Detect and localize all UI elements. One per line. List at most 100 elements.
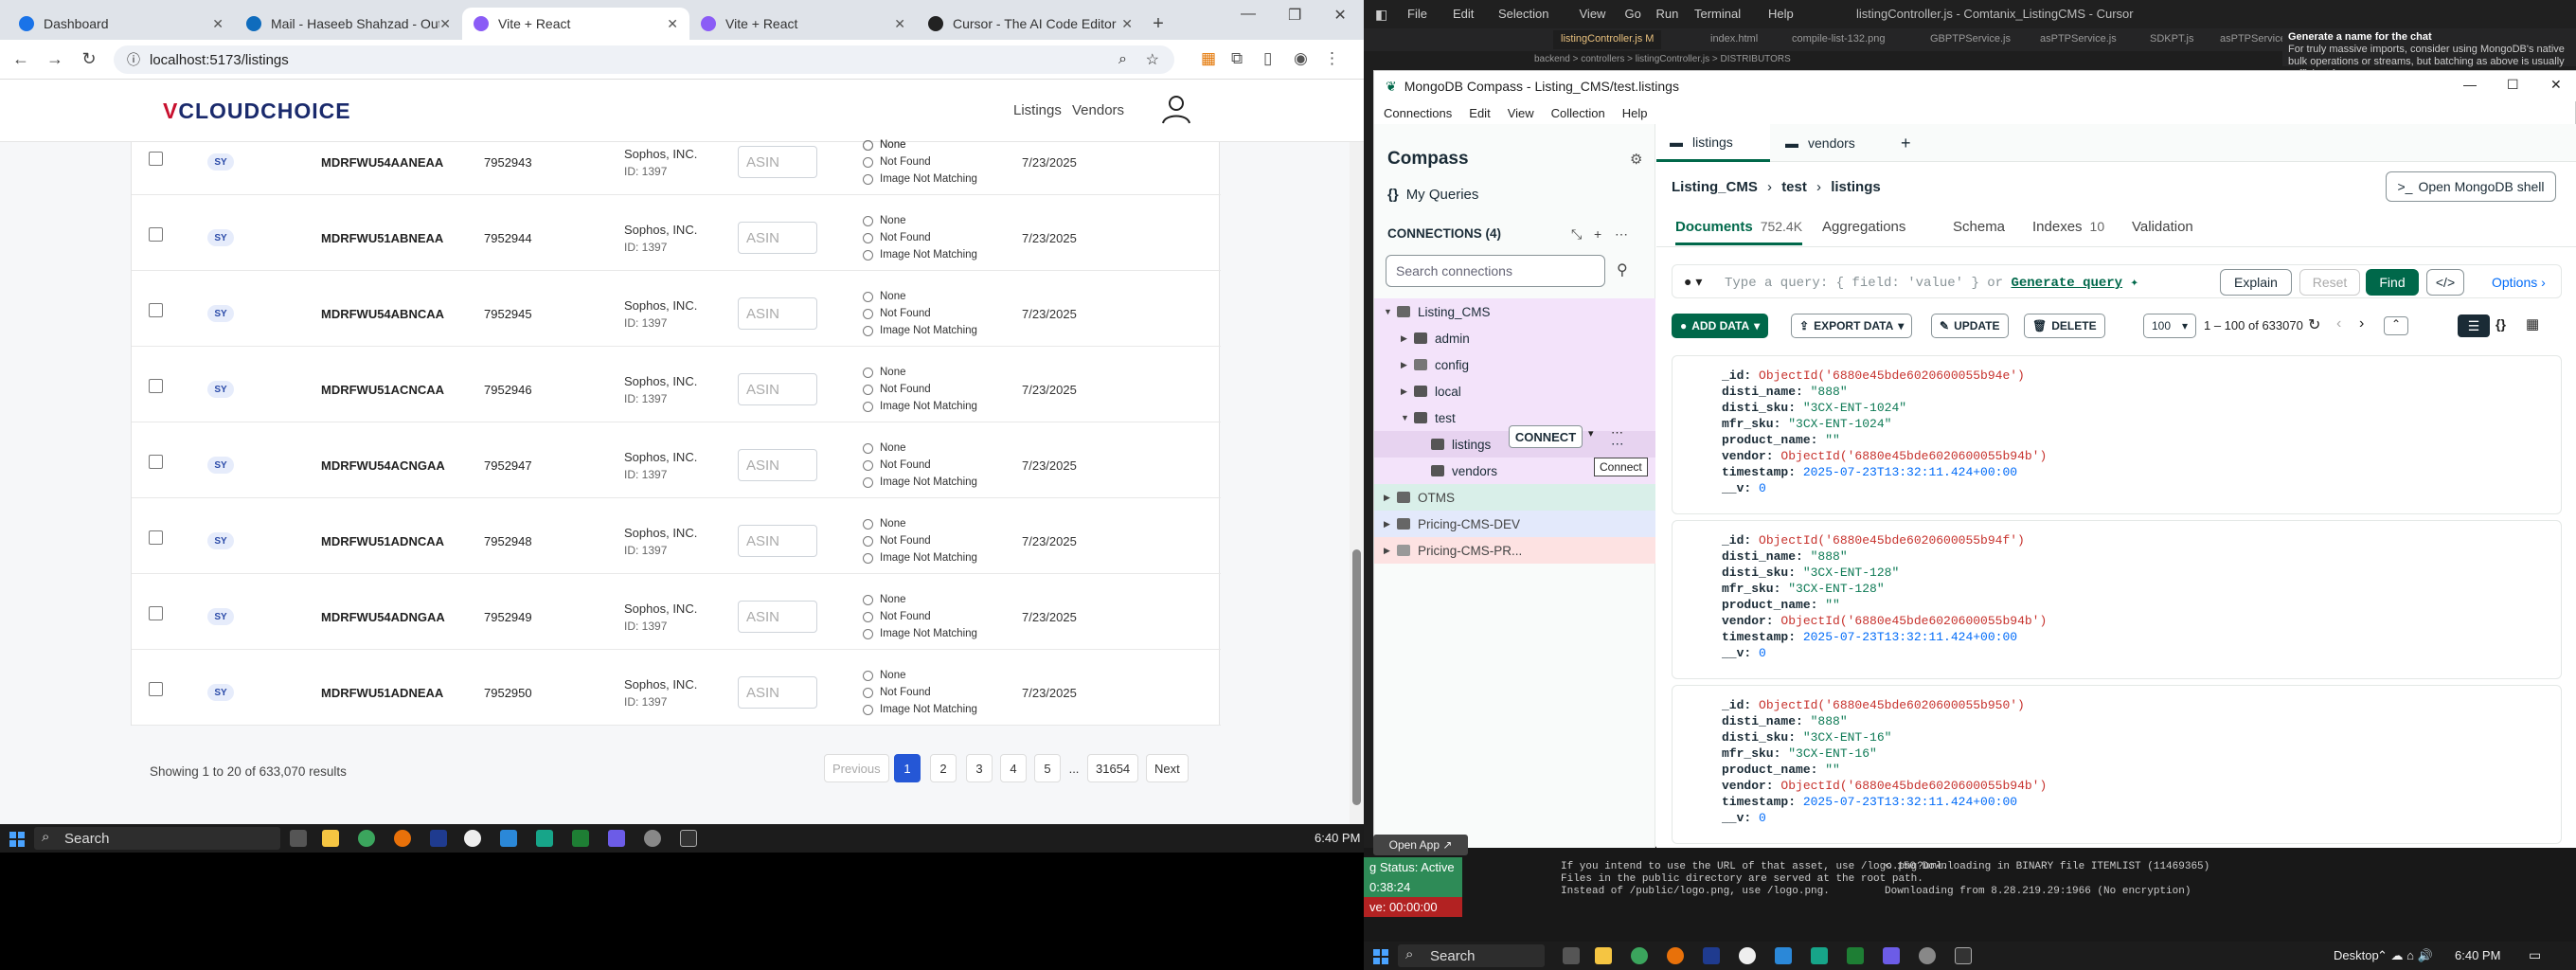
subtab-validation[interactable]: Validation: [2132, 219, 2193, 235]
radio-icon[interactable]: [863, 552, 873, 564]
browser-tab[interactable]: Vite + React ✕: [689, 8, 917, 40]
settings-icon[interactable]: [1919, 947, 1936, 964]
reset-button[interactable]: Reset: [2299, 269, 2360, 296]
status-option[interactable]: None: [863, 288, 977, 305]
cursor-editor-tab[interactable]: compile-list-132.png: [1784, 30, 1892, 49]
radio-icon[interactable]: [863, 173, 873, 185]
scrollbar-thumb[interactable]: [1352, 549, 1361, 805]
status-option[interactable]: Not Found: [863, 381, 977, 398]
connection-tree-item[interactable]: ▶ Pricing-CMS-PR...: [1374, 537, 1655, 564]
site-info-icon[interactable]: ⓘ: [127, 50, 140, 69]
subtab-aggregations[interactable]: Aggregations: [1822, 219, 1905, 235]
page-button[interactable]: 5: [1034, 754, 1061, 782]
tab-close-icon[interactable]: ✕: [1121, 16, 1133, 32]
windows-start-icon[interactable]: [9, 832, 25, 847]
compass-menu-item[interactable]: Edit: [1469, 106, 1490, 120]
search-connections-input[interactable]: Search connections: [1386, 255, 1605, 287]
extension-icon[interactable]: ▦: [1201, 49, 1216, 68]
settings-icon[interactable]: [644, 830, 661, 847]
excel-icon[interactable]: [572, 830, 589, 847]
radio-icon[interactable]: [863, 291, 873, 302]
query-history-icon[interactable]: ● ▾: [1684, 274, 1702, 290]
radio-icon[interactable]: [863, 518, 873, 530]
page-button[interactable]: 2: [930, 754, 957, 782]
asin-input[interactable]: ASIN: [738, 525, 817, 557]
cursor-menu-item[interactable]: File: [1407, 7, 1427, 21]
connection-tree-item[interactable]: ▶ Pricing-CMS-DEV: [1374, 511, 1655, 537]
page-button[interactable]: Next: [1146, 754, 1189, 782]
connection-tree-item[interactable]: ▼ Listing_CMS: [1374, 298, 1655, 325]
cursor-menu-item[interactable]: Edit: [1453, 7, 1474, 21]
breadcrumb-db[interactable]: Listing_CMS: [1672, 179, 1758, 195]
tab-close-icon[interactable]: ✕: [667, 16, 678, 32]
restore-icon[interactable]: ❐: [1288, 6, 1301, 25]
page-button[interactable]: 3: [966, 754, 993, 782]
document-card[interactable]: _id: ObjectId('6880e45bde6020600055b94e'…: [1672, 355, 2562, 514]
subtab-indexes[interactable]: Indexes 10: [2032, 219, 2104, 235]
browser-tab[interactable]: Dashboard ✕: [8, 8, 235, 40]
status-option[interactable]: None: [863, 667, 977, 684]
page-button[interactable]: 4: [1000, 754, 1027, 782]
tab-listings[interactable]: ▬ listings: [1656, 124, 1770, 162]
status-option[interactable]: None: [863, 212, 977, 229]
connection-tree-item[interactable]: ▶ local: [1374, 378, 1655, 404]
extension-status[interactable]: g Status: Active: [1364, 857, 1462, 877]
taskbar-search-input[interactable]: ⌕ Search: [34, 827, 280, 850]
cursor-editor-tab[interactable]: listingController.js M: [1553, 30, 1662, 49]
my-queries-link[interactable]: {} My Queries: [1387, 187, 1478, 203]
radio-icon[interactable]: [863, 325, 873, 336]
cursor-app-icon[interactable]: [680, 830, 697, 847]
new-tab-icon[interactable]: +: [1887, 124, 1924, 162]
radio-icon[interactable]: [863, 442, 873, 454]
chevron-right-icon[interactable]: ▶: [1401, 386, 1414, 397]
list-view-icon[interactable]: ☰: [2458, 314, 2490, 337]
find-button[interactable]: Find: [2366, 269, 2419, 296]
status-option[interactable]: Not Found: [863, 684, 977, 701]
asin-input[interactable]: ASIN: [738, 449, 817, 481]
connection-tree-item[interactable]: ▶ config: [1374, 351, 1655, 378]
radio-icon[interactable]: [863, 459, 873, 471]
subtab-schema[interactable]: Schema: [1953, 219, 2005, 235]
page-size-select[interactable]: 100 ▾: [2143, 314, 2197, 338]
minimize-icon[interactable]: —: [2463, 77, 2477, 92]
cursor-menu-item[interactable]: Terminal: [1694, 7, 1741, 21]
app-icon-blue[interactable]: [1703, 947, 1720, 964]
status-option[interactable]: Image Not Matching: [863, 625, 977, 642]
sidebar-icon[interactable]: ▯: [1263, 49, 1272, 68]
more-icon[interactable]: ⋯: [1611, 425, 1623, 440]
table-view-icon[interactable]: ▦: [2526, 315, 2539, 332]
close-icon[interactable]: ✕: [1333, 6, 1346, 25]
asin-input[interactable]: ASIN: [738, 222, 817, 254]
page-button[interactable]: 31654: [1087, 754, 1139, 782]
row-checkbox[interactable]: [149, 530, 163, 545]
cursor-editor-tab[interactable]: index.html: [1703, 30, 1765, 49]
cursor-menu-item[interactable]: View: [1580, 7, 1606, 21]
update-button[interactable]: ✎ UPDATE: [1931, 314, 2009, 338]
radio-icon[interactable]: [863, 594, 873, 605]
tray-icons[interactable]: ⌃ ☁ ⌂ 🔊: [2377, 948, 2433, 963]
minimize-icon[interactable]: —: [1241, 6, 1256, 25]
task-view-icon[interactable]: [290, 830, 307, 847]
status-option[interactable]: None: [863, 515, 977, 532]
row-checkbox[interactable]: [149, 227, 163, 242]
delete-button[interactable]: 🗑 DELETE: [2024, 314, 2105, 338]
vscode-icon[interactable]: [500, 830, 517, 847]
firefox-icon[interactable]: [1667, 947, 1684, 964]
collapse-icon[interactable]: ⤡: [1571, 226, 1582, 242]
status-option[interactable]: Not Found: [863, 457, 977, 474]
open-shell-button[interactable]: >_ Open MongoDB shell: [2386, 171, 2556, 202]
extension-status[interactable]: ve: 00:00:00: [1364, 897, 1462, 917]
status-option[interactable]: Image Not Matching: [863, 549, 977, 566]
radio-icon[interactable]: [863, 156, 873, 168]
radio-icon[interactable]: [863, 611, 873, 622]
add-connection-icon[interactable]: +: [1594, 226, 1601, 242]
subtab-documents[interactable]: Documents 752.4K: [1675, 219, 1803, 245]
json-view-icon[interactable]: {}: [2496, 316, 2506, 332]
status-option[interactable]: None: [863, 440, 977, 457]
radio-icon[interactable]: [863, 476, 873, 488]
cursor-app-icon[interactable]: [1955, 947, 1972, 964]
chevron-down-icon[interactable]: ▼: [1384, 307, 1397, 316]
page-button[interactable]: 1: [894, 754, 921, 782]
query-input[interactable]: Type a query: { field: 'value' } or Gene…: [1725, 275, 2138, 291]
document-card[interactable]: _id: ObjectId('6880e45bde6020600055b94f'…: [1672, 520, 2562, 679]
